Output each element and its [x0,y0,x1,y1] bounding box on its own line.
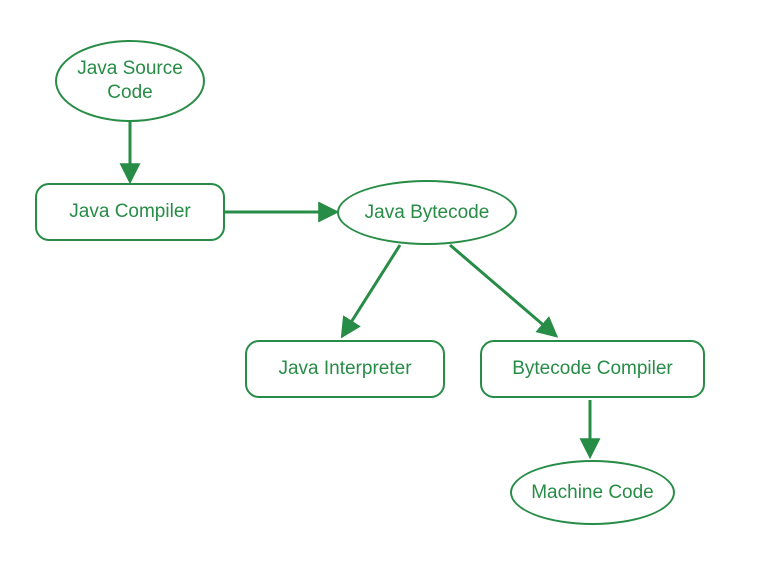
node-java-source-code: Java SourceCode [55,40,205,122]
node-label: Java SourceCode [77,57,183,105]
node-label: Java Bytecode [365,201,490,225]
node-label: Java Compiler [69,200,190,224]
node-label: Bytecode Compiler [512,357,673,381]
node-java-bytecode: Java Bytecode [337,180,517,245]
node-java-compiler: Java Compiler [35,183,225,241]
node-machine-code: Machine Code [510,460,675,525]
node-label: Machine Code [531,481,654,505]
node-label: Java Interpreter [278,357,411,381]
node-bytecode-compiler: Bytecode Compiler [480,340,705,398]
node-java-interpreter: Java Interpreter [245,340,445,398]
